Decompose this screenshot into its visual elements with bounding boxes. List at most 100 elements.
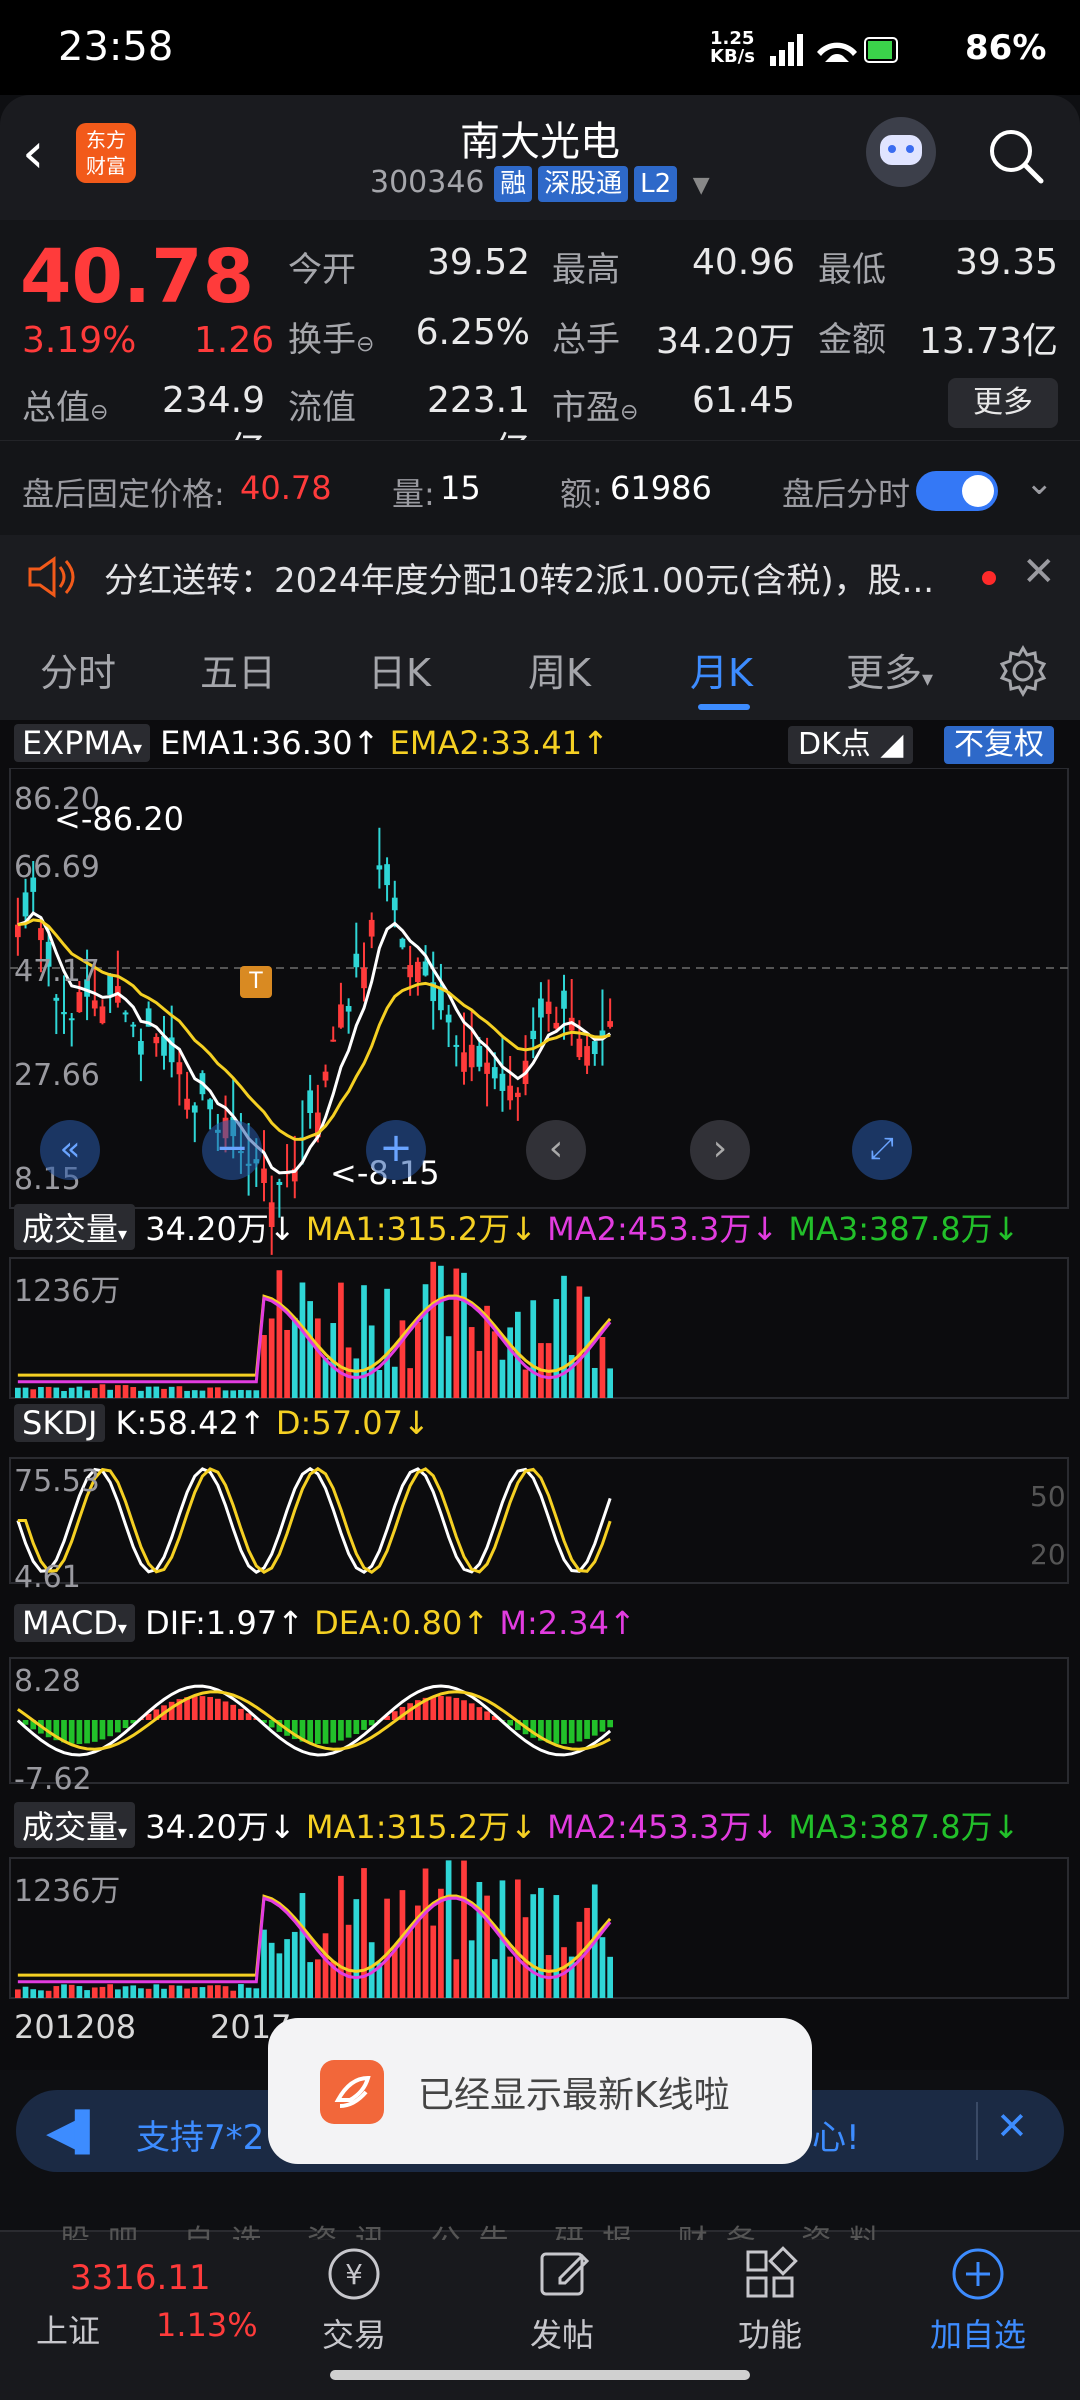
- volume-selector[interactable]: 成交量▾: [14, 1204, 136, 1250]
- tab-5day[interactable]: 五日: [200, 642, 276, 697]
- amount-value: 13.73亿: [918, 321, 1058, 362]
- down-arrow-icon: ↓: [751, 1808, 779, 1846]
- dropdown-icon[interactable]: ▼: [693, 173, 710, 198]
- next-icon[interactable]: ›: [690, 1120, 750, 1180]
- candle-body: [276, 1181, 283, 1185]
- candle-body: [184, 1098, 190, 1110]
- macd-bar: [315, 1720, 321, 1744]
- volume2-bar: [607, 1956, 613, 1998]
- macd-selector[interactable]: MACD▾: [14, 1604, 135, 1642]
- down-arrow-icon: ↓: [268, 1808, 296, 1846]
- volume2-bar: [299, 1893, 306, 1998]
- volume-bar: [253, 1390, 260, 1398]
- volume-bar: [222, 1390, 229, 1398]
- speaker-icon: [28, 556, 75, 598]
- macd-bar: [468, 1703, 475, 1720]
- prev-icon[interactable]: ‹: [526, 1120, 586, 1180]
- macd-bar: [353, 1720, 360, 1735]
- down-arrow-icon: ↓: [268, 1210, 296, 1248]
- volume2-bar: [184, 1988, 190, 1998]
- volume2-bar: [484, 1895, 490, 1998]
- chart-area[interactable]: EXPMA▾ EMA1:36.30↑ EMA2:33.41↑ DK点 ◢ 不复权…: [0, 720, 1080, 2070]
- dk-point-button[interactable]: DK点 ◢: [788, 726, 914, 764]
- volume2-bar: [284, 1939, 290, 1998]
- volume2-selector[interactable]: 成交量▾: [14, 1802, 136, 1848]
- tab-daily[interactable]: 日K: [368, 642, 431, 697]
- last-price: 40.78: [20, 234, 255, 320]
- tab-intraday[interactable]: 分时: [40, 642, 116, 697]
- zoom-out-icon[interactable]: −: [202, 1120, 262, 1180]
- tab-weekly[interactable]: 周K: [528, 642, 591, 697]
- nav-function[interactable]: 功能: [710, 2310, 830, 2356]
- volume-bar: [199, 1390, 206, 1398]
- index-value[interactable]: 3316.11: [70, 2258, 211, 2298]
- volume-bar: [499, 1359, 506, 1398]
- settings-gear-icon[interactable]: [996, 644, 1050, 698]
- volume2-bar: [38, 1990, 44, 1998]
- volume-bar: [445, 1336, 452, 1398]
- skdj-selector[interactable]: SKDJ: [14, 1404, 106, 1442]
- skdj-ybot: 4.61: [14, 1560, 81, 1595]
- volume-bar: [91, 1387, 98, 1398]
- expma-selector[interactable]: EXPMA▾: [14, 724, 150, 762]
- robot-avatar-icon[interactable]: [866, 117, 936, 187]
- volume2-bar: [438, 1888, 444, 1998]
- skdj-row: SKDJ K:58.42↑ D:57.07↓: [14, 1404, 430, 1442]
- megaphone-icon: ◀▌: [46, 2110, 105, 2154]
- up-arrow-icon: ↑: [238, 1404, 266, 1442]
- down-arrow-icon: ↓: [402, 1404, 430, 1442]
- fullscreen-icon[interactable]: ⤢: [852, 1120, 912, 1180]
- banner-close-icon[interactable]: ✕: [996, 2104, 1028, 2148]
- signal-wifi-icon: [770, 34, 898, 66]
- adjust-button[interactable]: 不复权: [944, 726, 1054, 764]
- macd-bar: [445, 1696, 452, 1720]
- volume-bar: [345, 1347, 352, 1398]
- notice-bar[interactable]: 分红送转：2024年度分配10转2派1.00元(含税)，股... ✕: [0, 535, 1080, 620]
- more-button[interactable]: 更多: [948, 378, 1058, 428]
- ytick-2: 66.69: [14, 850, 100, 885]
- afterhours-toggle[interactable]: [916, 471, 998, 511]
- macd-bar: [453, 1697, 460, 1720]
- tag-level2: L2: [634, 166, 678, 202]
- volume2-bar: [338, 1875, 344, 1998]
- volume-value: 34.20万: [655, 321, 795, 362]
- nav-post[interactable]: 发帖: [502, 2310, 622, 2356]
- volume2-bar: [253, 1988, 260, 1998]
- volume-bar: [191, 1390, 198, 1398]
- candle-body: [415, 961, 421, 983]
- candle-body: [553, 1022, 560, 1029]
- search-icon[interactable]: [985, 125, 1047, 187]
- macd-bar: [607, 1720, 613, 1728]
- macd-bar: [115, 1720, 121, 1733]
- stock-header: ‹ 东方 财富 南大光电 300346 融深股通 L2 ▼: [0, 95, 1080, 220]
- zoom-in-icon[interactable]: +: [366, 1120, 426, 1180]
- volume2-bar: [491, 1959, 498, 1998]
- nav-add-watchlist[interactable]: 加自选: [918, 2310, 1038, 2356]
- candle-body: [176, 1062, 183, 1075]
- tag-margin: 融: [494, 166, 533, 202]
- tab-more[interactable]: 更多▾: [846, 642, 933, 697]
- tab-monthly[interactable]: 月K: [690, 642, 753, 697]
- volume2-bar: [161, 1988, 167, 1998]
- chevron-down-icon[interactable]: ⌄: [1025, 463, 1054, 503]
- net-speed: 1.25 KB/s: [710, 28, 755, 67]
- volume2-bar: [268, 1942, 275, 1998]
- volume-bar: [607, 1368, 613, 1398]
- trade-marker[interactable]: T: [240, 966, 272, 998]
- vol2-ytick: 1236万: [14, 1874, 121, 1909]
- stock-code-line: 300346 融深股通 L2 ▼: [370, 165, 710, 202]
- macd-m: M:2.34: [499, 1604, 609, 1642]
- macd-bar: [222, 1701, 229, 1720]
- volume2-bar: [168, 1985, 175, 1998]
- nav-trade[interactable]: 交易: [294, 2310, 414, 2356]
- candle-body: [422, 961, 429, 976]
- volume-bar: [530, 1300, 537, 1398]
- volume-bar: [438, 1265, 444, 1398]
- high-value: 40.96: [691, 242, 795, 283]
- candle-body: [68, 1018, 75, 1021]
- close-icon[interactable]: ✕: [1022, 549, 1056, 595]
- ema1-value: EMA1:36.30: [160, 724, 353, 762]
- index-name: 上证: [36, 2312, 101, 2350]
- scroll-left-icon[interactable]: «: [40, 1120, 100, 1180]
- candle-body: [122, 1012, 129, 1015]
